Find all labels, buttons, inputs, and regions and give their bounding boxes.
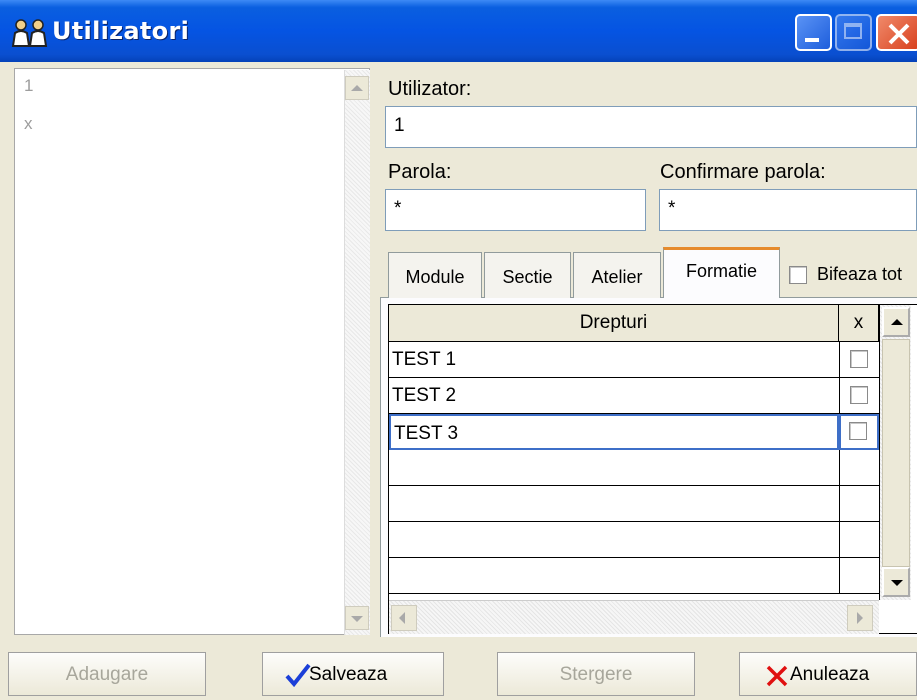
grid-scroll-left-button[interactable] [391, 605, 417, 631]
list-item[interactable]: x [24, 114, 33, 134]
window-title: Utilizatori [52, 17, 190, 45]
delete-button[interactable]: Stergere [497, 652, 695, 696]
save-button[interactable]: Salveaza [262, 652, 444, 696]
list-item[interactable]: 1 [24, 76, 33, 96]
grid-horizontal-scrollbar[interactable] [389, 600, 879, 634]
scroll-down-button[interactable] [345, 606, 369, 630]
maximize-icon [844, 23, 862, 39]
minimize-icon [805, 38, 819, 42]
user-list-scrollbar[interactable] [344, 70, 370, 635]
tab-formatie[interactable]: Formatie [663, 247, 780, 298]
scroll-up-button[interactable] [345, 76, 369, 100]
grid-vertical-scrollbar[interactable] [879, 305, 911, 600]
empty-row [389, 486, 839, 522]
confirm-password-label: Confirmare parola: [660, 161, 826, 183]
user-list[interactable]: 1 x [14, 68, 370, 635]
empty-row [389, 558, 839, 594]
grid-scroll-up-button[interactable] [882, 307, 910, 337]
empty-cell [839, 450, 879, 486]
row-checkbox[interactable] [850, 386, 868, 404]
row-checkbox-cell[interactable] [839, 378, 879, 414]
grid-scroll-thumb[interactable] [882, 339, 910, 567]
row-checkbox[interactable] [850, 350, 868, 368]
column-header-drepturi[interactable]: Drepturi [389, 305, 839, 342]
arrow-up-icon [351, 85, 363, 91]
empty-row [389, 450, 839, 486]
arrow-down-icon [351, 616, 363, 622]
rights-grid[interactable]: Drepturi x TEST 1 TEST 2 TEST 3 [388, 304, 917, 634]
maximize-button[interactable] [835, 14, 872, 51]
column-header-x[interactable]: x [839, 305, 879, 342]
confirm-password-field[interactable]: * [659, 189, 917, 231]
password-label: Parola: [388, 161, 452, 183]
checkmark-icon [285, 663, 311, 687]
grid-scroll-right-button[interactable] [847, 605, 873, 631]
row-checkbox-cell[interactable] [839, 342, 879, 378]
table-row[interactable]: TEST 2 [389, 378, 839, 414]
tab-atelier[interactable]: Atelier [573, 252, 661, 298]
tab-module[interactable]: Module [388, 252, 482, 298]
user-label: Utilizator: [388, 78, 472, 100]
empty-row [389, 522, 839, 558]
table-row-selected[interactable]: TEST 3 [389, 414, 839, 450]
empty-cell [839, 522, 879, 558]
table-row[interactable]: TEST 1 [389, 342, 839, 378]
empty-cell [839, 486, 879, 522]
arrow-down-icon [891, 580, 903, 586]
cancel-button[interactable]: Anuleaza [739, 652, 917, 696]
grid-scroll-down-button[interactable] [882, 567, 910, 597]
arrow-left-icon [399, 612, 405, 624]
users-icon [11, 19, 48, 47]
close-button[interactable] [876, 14, 917, 51]
cancel-button-label: Anuleaza [790, 664, 870, 685]
arrow-right-icon [857, 612, 863, 624]
add-button[interactable]: Adaugare [8, 652, 206, 696]
row-checkbox[interactable] [849, 422, 867, 440]
arrow-up-icon [891, 319, 903, 325]
empty-cell [839, 558, 879, 594]
select-all-checkbox[interactable] [789, 266, 807, 284]
password-field[interactable]: * [385, 189, 646, 231]
user-field[interactable]: 1 [385, 106, 917, 148]
cross-icon [766, 665, 788, 687]
close-icon [888, 23, 910, 45]
title-bar[interactable]: Utilizatori [0, 0, 917, 62]
row-checkbox-cell[interactable] [839, 414, 879, 450]
select-all-label: Bifeaza tot [817, 264, 903, 284]
minimize-button[interactable] [795, 14, 832, 51]
tab-sectie[interactable]: Sectie [484, 252, 571, 298]
save-button-label: Salveaza [309, 664, 388, 685]
